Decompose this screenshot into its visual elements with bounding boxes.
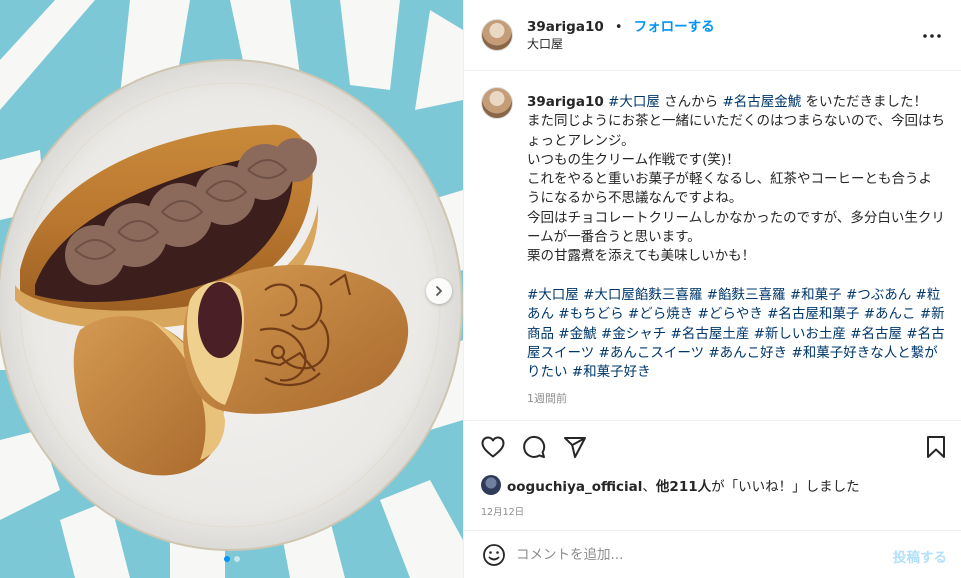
likes-count-link[interactable]: 他211人 — [656, 479, 711, 495]
hashtag-link[interactable]: #名古屋和菓子 — [767, 306, 859, 322]
carousel-dots — [0, 556, 463, 562]
hashtag-link[interactable]: #大口屋餡麩三喜羅 — [583, 287, 702, 303]
hashtag-link[interactable]: #どら焼き — [628, 306, 693, 322]
hashtag-link[interactable]: #名古屋土産 — [671, 326, 750, 342]
hashtag-link[interactable]: #どらやき — [698, 306, 763, 322]
caption-row: 39ariga10 #大口屋 さんから #名古屋金鯱 をいただきました！ また同… — [481, 87, 945, 382]
hashtag-link[interactable]: #あんこスイーツ — [599, 345, 705, 361]
avatar[interactable] — [481, 87, 513, 119]
caption-first-line: #大口屋 さんから #名古屋金鯱 をいただきました！ — [608, 94, 927, 110]
action-bar — [464, 420, 961, 472]
comment-icon — [523, 435, 546, 458]
hashtag-link[interactable]: #大口屋 — [608, 94, 660, 110]
hashtag-link[interactable]: #つぶあん — [846, 287, 911, 303]
instagram-post-modal: 39ariga10 • フォローする 大口屋 39ariga10 #大口屋 さん… — [0, 0, 961, 578]
heart-icon — [481, 436, 505, 457]
liker-username[interactable]: ooguchiya_official — [507, 479, 642, 495]
hashtag-link[interactable]: #あんこ — [864, 306, 916, 322]
emoji-icon — [483, 543, 505, 566]
hashtag-link[interactable]: #金シャチ — [601, 326, 666, 342]
post-header: 39ariga10 • フォローする 大口屋 — [464, 0, 961, 71]
carousel-dot — [233, 556, 240, 562]
dorayaki-plate-image — [0, 0, 463, 578]
more-options-button[interactable] — [920, 24, 944, 48]
location-link[interactable]: 大口屋 — [527, 36, 715, 53]
comment-input[interactable] — [516, 546, 856, 563]
caption-paragraphs: また同じようにお茶と一緒にいただくのはつまらないので、今回はちょっとアレンジ。い… — [527, 112, 945, 266]
caption-text-segment: さんから — [659, 94, 723, 110]
caption-age: 1週間前 — [527, 392, 567, 406]
avatar[interactable] — [481, 475, 501, 495]
caption-line: 今回はチョコレートクリームしかなかったのですが、多分白い生クリームが一番合うと思… — [527, 209, 945, 246]
likes-summary: ooguchiya_official、他211人が「いいね！」しました — [464, 472, 961, 498]
caption-line: 栗の甘露煮を添えても美味しいかも！ — [527, 248, 756, 265]
hashtag-link[interactable]: #金鯱 — [558, 326, 596, 342]
hashtag-link[interactable]: #餡麩三喜羅 — [707, 287, 786, 303]
likes-separator: 、 — [642, 479, 656, 495]
hashtag-link[interactable]: #和菓子 — [790, 287, 842, 303]
caption-text: 39ariga10 #大口屋 さんから #名古屋金鯱 をいただきました！ また同… — [527, 93, 945, 382]
hashtag-link[interactable]: #新しいお土産 — [754, 326, 846, 342]
comment-bar: 投稿する — [464, 530, 961, 578]
chevron-right-icon — [436, 286, 442, 296]
emoji-button[interactable] — [480, 541, 508, 569]
caption-area: 39ariga10 #大口屋 さんから #名古屋金鯱 をいただきました！ また同… — [464, 71, 961, 420]
comment-button[interactable] — [521, 434, 547, 460]
post-photo — [0, 0, 463, 578]
more-icon — [923, 34, 941, 38]
share-icon — [564, 436, 586, 458]
post-side-panel: 39ariga10 • フォローする 大口屋 39ariga10 #大口屋 さん… — [463, 0, 961, 578]
hashtag-link[interactable]: #大口屋 — [527, 287, 579, 303]
hashtag-link[interactable]: #名古屋金鯱 — [722, 94, 801, 110]
next-slide-button[interactable] — [426, 278, 452, 304]
header-text: 39ariga10 • フォローする 大口屋 — [527, 17, 715, 53]
share-button[interactable] — [562, 434, 588, 460]
likes-suffix: が「いいね！」しました — [711, 479, 860, 495]
hashtag-link[interactable]: #名古屋 — [850, 326, 902, 342]
caption-line: いつもの生クリーム作戦です(笑)！ — [527, 151, 740, 168]
caption-line: また同じようにお茶と一緒にいただくのはつまらないので、今回はちょっとアレンジ。 — [527, 113, 945, 149]
hashtag-link[interactable]: #和菓子好き — [572, 364, 651, 380]
save-button[interactable] — [923, 434, 949, 460]
separator-dot: • — [614, 20, 623, 35]
caption-line: これをやると重いお菓子が軽くなるし、紅茶やコーヒーとも合うようになるから不思議な… — [527, 171, 932, 207]
hashtag-link[interactable]: #あんこ好き — [708, 345, 787, 361]
hashtag-list: #大口屋 #大口屋餡麩三喜羅 #餡麩三喜羅 #和菓子 #つぶあん #粒あん #も… — [527, 287, 945, 380]
post-date: 12月12日 — [481, 507, 525, 518]
header-username[interactable]: 39ariga10 — [527, 19, 604, 35]
caption-username[interactable]: 39ariga10 — [527, 94, 604, 110]
avatar[interactable] — [481, 19, 513, 51]
caption-text-segment: をいただきました！ — [801, 94, 928, 110]
like-button[interactable] — [480, 434, 506, 460]
post-comment-button[interactable]: 投稿する — [893, 546, 947, 566]
follow-button[interactable]: フォローする — [634, 19, 715, 35]
hashtag-link[interactable]: #もちどら — [558, 306, 623, 322]
bookmark-icon — [927, 436, 945, 458]
carousel-dot — [223, 556, 230, 562]
